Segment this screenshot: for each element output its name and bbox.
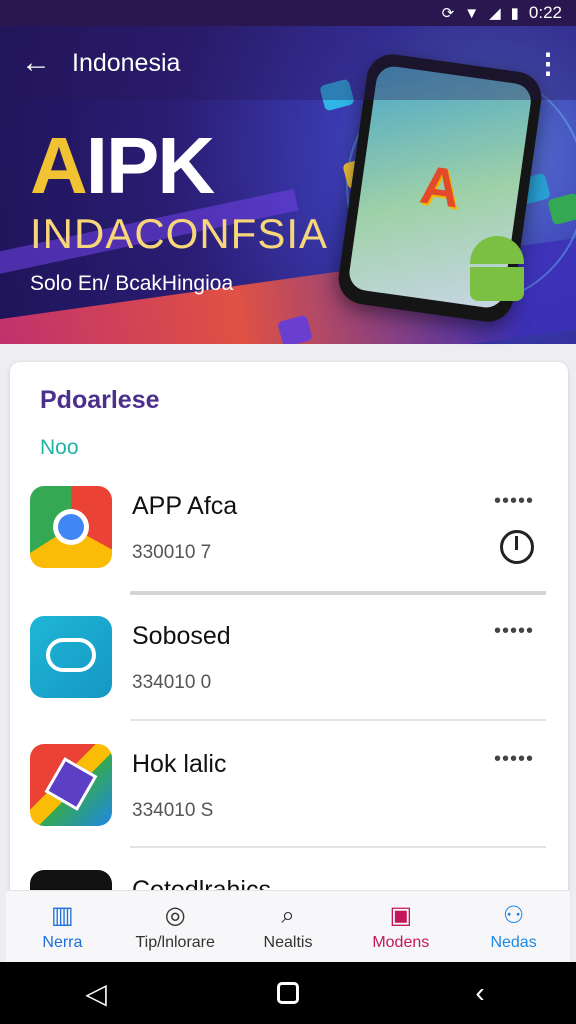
nav-item-home[interactable]: ▥ Nerra	[6, 891, 119, 962]
app-meta: 330010 7	[132, 542, 212, 563]
nav-item-discover[interactable]: ◎ Tip/lnlorare	[119, 891, 232, 962]
more-options-button[interactable]: •••••	[494, 620, 534, 643]
more-options-button[interactable]: •••••	[494, 748, 534, 771]
app-bar: ← Indonesia ⋮	[0, 26, 576, 100]
nav-label: Nealtis	[263, 933, 313, 951]
home-icon: ▥	[51, 902, 74, 929]
divider	[130, 591, 546, 595]
signal-icon: ◢	[489, 5, 501, 22]
chevron-left-icon: ‹	[475, 977, 485, 1008]
power-icon[interactable]	[500, 530, 534, 564]
overflow-menu-button[interactable]: ⋮	[520, 26, 576, 100]
system-recents-button[interactable]: ‹	[450, 963, 510, 1023]
app-meta: 334010 S	[132, 800, 214, 821]
bottom-navigation: ▥ Nerra ◎ Tip/lnlorare ⌕ Nealtis ▣ Moden…	[6, 890, 570, 962]
page-title: Indonesia	[72, 48, 181, 77]
square-home-icon	[277, 982, 299, 1004]
hero-brand-subtitle: INDACONFSIA	[30, 210, 329, 257]
cloud-icon	[30, 616, 112, 698]
search-icon: ⌕	[281, 901, 295, 929]
triangle-back-icon: ◁	[85, 977, 107, 1009]
chrome-icon	[30, 486, 112, 568]
section-title: Pdoarlese	[40, 386, 160, 414]
nav-label: Nedas	[490, 933, 537, 951]
divider	[130, 719, 546, 721]
apk-logo-icon: A	[416, 154, 464, 220]
nav-label: Tip/lnlorare	[135, 933, 215, 951]
more-vert-icon: ⋮	[534, 47, 562, 79]
list-item[interactable]: Hok lalic 334010 S •••••	[10, 744, 568, 870]
person-icon: ⚇	[502, 902, 525, 929]
target-icon: ◎	[164, 902, 186, 929]
list-item[interactable]: Sobosed 334010 0 •••••	[10, 616, 568, 742]
android-icon	[466, 236, 528, 308]
hero-tagline: Solo En/ BcakHingioa	[30, 272, 234, 295]
divider	[130, 846, 546, 848]
nav-item-search[interactable]: ⌕ Nealtis	[232, 891, 345, 962]
status-time: 0:22	[528, 3, 562, 22]
nav-label: Modens	[372, 933, 430, 951]
battery-icon: ▮	[510, 5, 519, 22]
nav-label: Nerra	[42, 933, 83, 951]
system-home-button[interactable]	[258, 963, 318, 1023]
app-name: APP Afca	[132, 492, 238, 520]
nav-item-account[interactable]: ⚇ Nedas	[457, 891, 570, 962]
system-back-button[interactable]: ◁	[66, 963, 126, 1023]
sync-icon: ⟳	[441, 5, 455, 22]
gift-icon: ▣	[389, 902, 413, 929]
app-name: Hok lalic	[132, 750, 227, 778]
system-navigation-bar: ◁ ‹	[0, 962, 576, 1024]
app-name: Sobosed	[132, 622, 231, 650]
section-subtitle[interactable]: Noo	[40, 436, 79, 460]
nav-item-models[interactable]: ▣ Modens	[344, 891, 457, 962]
back-button[interactable]: ←	[0, 26, 72, 100]
arrow-left-icon: ←	[21, 46, 51, 79]
app-meta: 334010 0	[132, 672, 212, 693]
box-icon	[30, 744, 112, 826]
wifi-icon: ▼	[464, 4, 480, 22]
hero-brand-title: AIPK	[30, 121, 215, 210]
more-options-button[interactable]: •••••	[494, 490, 534, 513]
status-bar: ⟳ ▼ ◢ ▮ 0:22	[0, 0, 576, 26]
